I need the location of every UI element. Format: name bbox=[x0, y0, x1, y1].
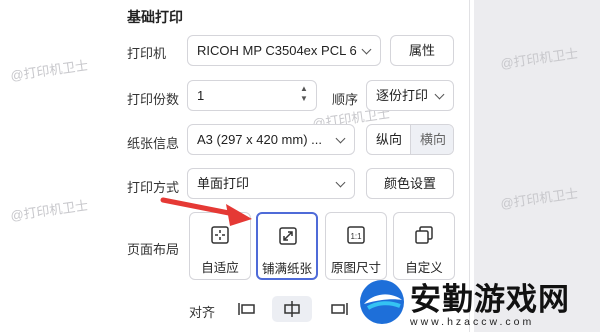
brand-url: www.hzaccw.com bbox=[410, 316, 535, 328]
brand-name: 安勤游戏网 bbox=[410, 282, 570, 317]
brand-logo: 安勤游戏网 www.hzaccw.com bbox=[354, 272, 600, 332]
brand-icon bbox=[360, 280, 404, 324]
